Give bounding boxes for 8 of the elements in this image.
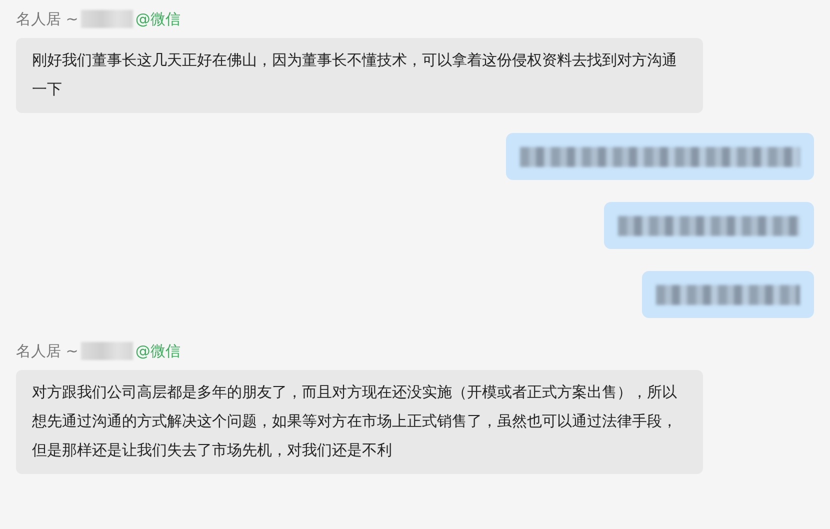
message-bubble: 刚好我们董事长这几天正好在佛山，因为董事长不懂技术，可以拿着这份侵权资料去找到对方沟通一下 — [16, 38, 703, 113]
blurred-name — [81, 10, 134, 28]
sender-name: 名人居 ~ — [16, 9, 78, 30]
sender-name: 名人居 ~ — [16, 341, 78, 362]
source-label: @微信 — [135, 341, 180, 362]
blurred-name — [81, 342, 134, 360]
source-label: @微信 — [135, 9, 180, 30]
message-bubble: 对方跟我们公司高层都是多年的朋友了，而且对方现在还没实施（开模或者正式方案出售），所以想先通过沟通的方式解决这个问题，如果等对方在市场上正式销售了，虽然也可以通过法律手段，但是那样还是让我们失去了市场先机，对我们还是不利 — [16, 370, 703, 474]
